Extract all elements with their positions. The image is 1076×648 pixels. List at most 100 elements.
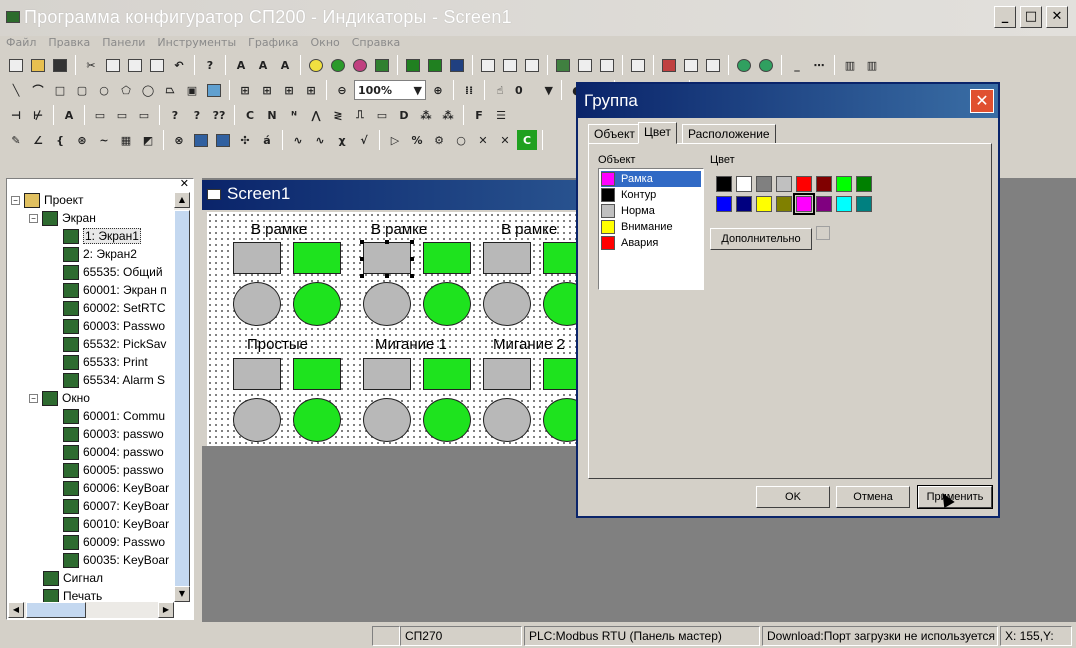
tab-color[interactable]: Цвет	[638, 122, 677, 144]
indicator-rect[interactable]	[233, 358, 281, 390]
text-input-icon[interactable]	[500, 55, 520, 75]
close-icon[interactable]: ✕	[180, 177, 189, 190]
selection-handle[interactable]	[360, 240, 364, 244]
collapse-icon[interactable]: −	[11, 195, 20, 205]
tree-item[interactable]: 65533: Print	[63, 353, 148, 371]
func-fw-icon[interactable]: F	[469, 105, 489, 125]
selection-handle[interactable]	[360, 257, 364, 261]
func-dots2-icon[interactable]: ⁂	[438, 105, 458, 125]
text3-icon[interactable]: A	[275, 55, 295, 75]
canvas-label[interactable]: В рамке	[251, 221, 307, 238]
menu-window[interactable]: Окно	[305, 36, 346, 50]
globe2-icon[interactable]	[756, 55, 776, 75]
cancel-button[interactable]: Отмена	[836, 486, 910, 508]
tree-item-signal[interactable]: Сигнал	[43, 569, 103, 587]
list-item[interactable]: Внимание	[601, 219, 701, 235]
close-icon[interactable]: ✕	[970, 89, 994, 113]
menu-graphics[interactable]: Графика	[242, 36, 304, 50]
help-icon[interactable]: ?	[200, 55, 220, 75]
palette-swatch[interactable]	[796, 176, 812, 192]
line-icon[interactable]: ╲	[6, 80, 26, 100]
scroll-up-icon[interactable]: ▲	[174, 192, 190, 208]
tree-item[interactable]: 60003: passwo	[63, 425, 164, 443]
func-pulse-icon[interactable]: ⎍	[350, 105, 370, 125]
keyboard-icon[interactable]	[575, 55, 595, 75]
scroll-down-icon[interactable]: ▼	[174, 586, 190, 602]
tree-item[interactable]: 60001: Commu	[63, 407, 165, 425]
field3-icon[interactable]: ▭	[134, 105, 154, 125]
selection-handle[interactable]	[360, 274, 364, 278]
cross-icon[interactable]: ✕	[473, 130, 493, 150]
tree-group-screens[interactable]: − Экран	[29, 209, 96, 227]
palette-swatch[interactable]	[736, 176, 752, 192]
indicator-circle[interactable]	[483, 398, 531, 442]
tree-item[interactable]: 60007: KeyBoar	[63, 497, 169, 515]
palette-swatch[interactable]	[776, 176, 792, 192]
numeric2-icon[interactable]	[425, 55, 445, 75]
text-icon[interactable]: A	[231, 55, 251, 75]
selection-handle[interactable]	[385, 240, 389, 244]
num-input-icon[interactable]	[478, 55, 498, 75]
maximize-button[interactable]: □	[1020, 6, 1042, 28]
abc-icon[interactable]	[447, 55, 467, 75]
scroll-thumb[interactable]	[174, 210, 190, 590]
func-d-icon[interactable]: D	[394, 105, 414, 125]
fx5-icon[interactable]: á	[257, 130, 277, 150]
lamp-icon[interactable]	[306, 55, 326, 75]
line-small-icon[interactable]: _	[787, 55, 807, 75]
display-icon[interactable]	[553, 55, 573, 75]
ellipse-icon[interactable]: ○	[94, 80, 114, 100]
tilde-icon[interactable]: ~	[94, 130, 114, 150]
indicator-rect[interactable]	[483, 242, 531, 274]
sin-icon[interactable]: ∿	[288, 130, 308, 150]
query-icon[interactable]: ?	[165, 105, 185, 125]
frame-icon[interactable]	[703, 55, 723, 75]
tab-object[interactable]: Объект	[588, 124, 641, 144]
tree-item[interactable]: 60005: passwo	[63, 461, 164, 479]
rounded-rect-icon[interactable]: ▢	[72, 80, 92, 100]
tree-item[interactable]: 60035: KeyBoar	[63, 551, 169, 569]
indicator-circle[interactable]	[363, 282, 411, 326]
tree-item[interactable]: 65535: Общий	[63, 263, 163, 281]
palette-swatch[interactable]	[836, 196, 852, 212]
cross2-icon[interactable]: ✕	[495, 130, 515, 150]
list-item[interactable]: Рамка	[601, 171, 701, 187]
percent-icon[interactable]: %	[407, 130, 427, 150]
indicator-rect[interactable]	[363, 358, 411, 390]
table-icon[interactable]: ▦	[116, 130, 136, 150]
pencil-icon[interactable]: ✎	[6, 130, 26, 150]
grid-icon[interactable]: ⁞⁞	[459, 80, 479, 100]
circle-icon[interactable]: ◯	[138, 80, 158, 100]
menu-edit[interactable]: Правка	[42, 36, 96, 50]
zoom-in-icon[interactable]: ⊕	[428, 80, 448, 100]
dialog-title-bar[interactable]: Группа ✕	[578, 84, 998, 118]
list-item[interactable]: Контур	[601, 187, 701, 203]
open-icon[interactable]	[28, 55, 48, 75]
tree-item[interactable]: 65532: PickSav	[63, 335, 166, 353]
func-not-icon[interactable]: ᴺ	[284, 105, 304, 125]
fx4-icon[interactable]: ✣	[235, 130, 255, 150]
tree-item[interactable]: 60003: Passwo	[63, 317, 165, 335]
list-item[interactable]: Норма	[601, 203, 701, 219]
palette-swatch[interactable]	[756, 196, 772, 212]
target-icon[interactable]: ⊛	[72, 130, 92, 150]
tree-hscrollbar[interactable]: ◀ ▶	[8, 602, 174, 618]
func-list-icon[interactable]: ☰	[491, 105, 511, 125]
func-n-icon[interactable]: N	[262, 105, 282, 125]
polygon-icon[interactable]: ⬠	[116, 80, 136, 100]
indicator-circle[interactable]	[233, 398, 281, 442]
indicator-circle[interactable]	[363, 398, 411, 442]
ok-button[interactable]: OK	[756, 486, 830, 508]
design-canvas[interactable]: В рамке В рамке В рамке Простые Мигание …	[207, 212, 591, 446]
func-icon[interactable]: C	[240, 105, 260, 125]
selection-handle[interactable]	[385, 274, 389, 278]
copy-icon[interactable]	[103, 55, 123, 75]
globe-icon[interactable]	[734, 55, 754, 75]
apply-button[interactable]: Применить	[917, 485, 993, 509]
canvas-label[interactable]: Простые	[247, 336, 308, 353]
scroll-right-icon[interactable]: ▶	[158, 602, 174, 618]
query2-icon[interactable]: ?	[187, 105, 207, 125]
tree-item[interactable]: 60004: passwo	[63, 443, 164, 461]
indicator-circle[interactable]	[293, 282, 341, 326]
menu-help[interactable]: Справка	[346, 36, 406, 50]
